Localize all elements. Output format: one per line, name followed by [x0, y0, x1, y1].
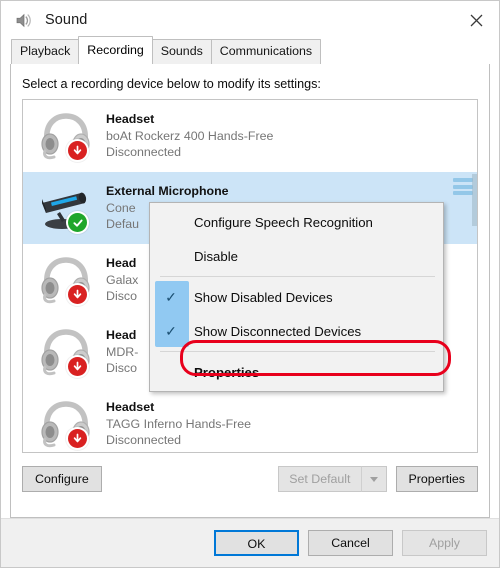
device-info: Head Galax Disco	[106, 255, 138, 304]
sound-dialog: Sound Playback Recording Sounds Communic…	[0, 0, 500, 568]
tab-playback[interactable]: Playback	[11, 39, 80, 64]
menu-item-disable[interactable]: Disable	[150, 239, 443, 273]
device-name: Head	[106, 328, 137, 343]
microphone-icon	[35, 179, 97, 237]
menu-item-label: Show Disconnected Devices	[194, 323, 362, 339]
headset-icon	[35, 323, 97, 381]
disconnected-badge	[66, 139, 89, 162]
headset-icon	[35, 395, 97, 452]
tab-recording[interactable]: Recording	[78, 36, 153, 64]
title-bar: Sound	[1, 1, 499, 39]
ok-button[interactable]: OK	[214, 530, 299, 556]
tab-communications[interactable]: Communications	[210, 39, 322, 64]
menu-item-label: Disable	[194, 248, 238, 264]
set-default-split-button[interactable]: Set Default	[278, 466, 387, 492]
menu-item-properties[interactable]: Properties	[150, 355, 443, 389]
device-info: Headset boAt Rockerz 400 Hands-Free Disc…	[106, 111, 273, 160]
device-name: Head	[106, 256, 137, 271]
properties-button[interactable]: Properties	[395, 466, 478, 492]
device-status: Disco	[106, 289, 137, 304]
default-device-badge	[66, 211, 89, 234]
scrollbar-thumb[interactable]	[472, 174, 477, 226]
set-default-button[interactable]: Set Default	[278, 466, 361, 492]
device-description: boAt Rockerz 400 Hands-Free	[106, 128, 274, 143]
menu-separator	[160, 276, 435, 277]
tab-sounds[interactable]: Sounds	[151, 39, 212, 64]
device-info: Headset TAGG Inferno Hands-Free Disconne…	[106, 399, 251, 448]
window-title: Sound	[45, 12, 88, 28]
list-item[interactable]: Headset boAt Rockerz 400 Hands-Free Disc…	[23, 100, 477, 172]
disconnected-badge	[66, 427, 89, 450]
menu-item-label: Properties	[194, 364, 260, 380]
menu-item-label: Show Disabled Devices	[194, 289, 333, 305]
configure-button[interactable]: Configure	[22, 466, 102, 492]
device-status: Disconnected	[106, 145, 182, 160]
headset-icon	[35, 107, 97, 165]
apply-button[interactable]: Apply	[402, 530, 487, 556]
cancel-button[interactable]: Cancel	[308, 530, 393, 556]
headset-icon	[35, 251, 97, 309]
context-menu: Configure Speech Recognition Disable ✓ S…	[149, 202, 451, 392]
device-action-buttons: Configure Set Default Properties	[22, 465, 478, 493]
close-icon[interactable]	[453, 1, 499, 39]
chevron-down-icon[interactable]	[360, 466, 387, 492]
dialog-footer: OK Cancel Apply	[1, 518, 499, 567]
tab-strip: Playback Recording Sounds Communications	[1, 36, 499, 64]
menu-item-label: Configure Speech Recognition	[194, 214, 373, 230]
device-description: MDR-	[106, 344, 139, 359]
device-info: Head MDR- Disco	[106, 327, 138, 376]
check-icon: ✓	[165, 288, 177, 305]
menu-item-show-disabled-devices[interactable]: ✓ Show Disabled Devices	[150, 280, 443, 314]
check-icon: ✓	[165, 322, 177, 339]
menu-separator	[160, 351, 435, 352]
disconnected-badge	[66, 355, 89, 378]
device-name: Headset	[106, 112, 155, 127]
instruction-text: Select a recording device below to modif…	[22, 77, 321, 91]
list-item[interactable]: Headset TAGG Inferno Hands-Free Disconne…	[23, 388, 477, 452]
device-status: Disconnected	[106, 433, 182, 448]
device-description: TAGG Inferno Hands-Free	[106, 416, 252, 431]
device-name: External Microphone	[106, 184, 229, 199]
device-name: Headset	[106, 400, 155, 415]
device-description: Galax	[106, 272, 139, 287]
speaker-icon	[14, 11, 33, 30]
menu-item-show-disconnected-devices[interactable]: ✓ Show Disconnected Devices	[150, 314, 443, 348]
device-status: Disco	[106, 361, 137, 376]
list-scrollbar[interactable]	[472, 100, 477, 452]
menu-item-configure-speech-recognition[interactable]: Configure Speech Recognition	[150, 205, 443, 239]
scrollbar-grip[interactable]	[453, 178, 473, 195]
disconnected-badge	[66, 283, 89, 306]
